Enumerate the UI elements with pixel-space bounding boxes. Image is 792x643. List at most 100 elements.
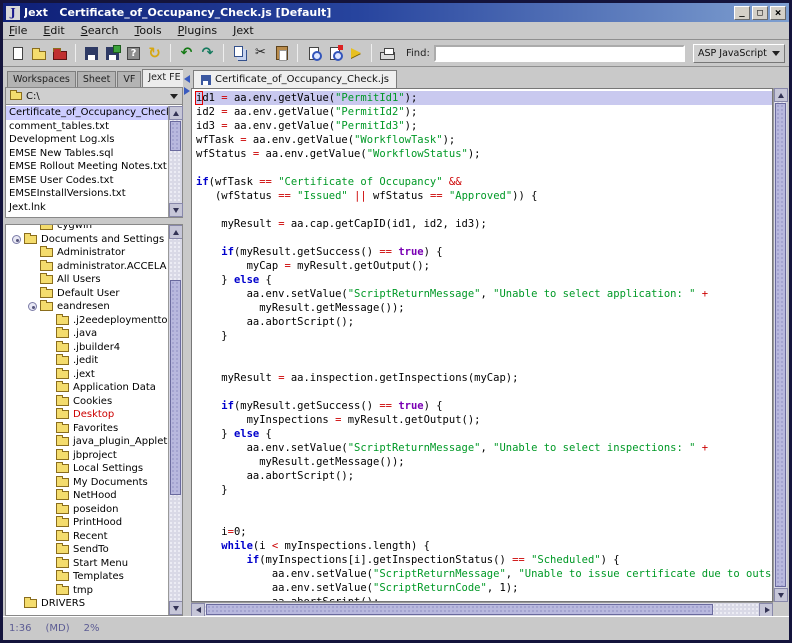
editor-horizontal-scrollbar[interactable] <box>191 602 773 616</box>
find-replace-icon[interactable] <box>324 43 345 64</box>
tree-item-all-users[interactable]: All Users <box>6 273 168 287</box>
minimize-button[interactable] <box>734 6 750 20</box>
tree-item-start-menu[interactable]: Start Menu <box>6 557 168 571</box>
tree-item-drivers[interactable]: DRIVERS <box>6 597 168 611</box>
tree-item-desktop[interactable]: Desktop <box>6 408 168 422</box>
dock-tab-workspaces[interactable]: Workspaces <box>7 71 76 87</box>
title-bar[interactable]: J Jext Certificate_of_Occupancy_Check.js… <box>3 3 789 22</box>
scroll-down-icon[interactable] <box>774 588 788 602</box>
tree-item-label: Desktop <box>73 409 114 420</box>
menu-edit[interactable]: Edit <box>43 24 64 37</box>
scroll-left-icon[interactable] <box>191 603 205 617</box>
open-file-icon[interactable] <box>28 43 49 64</box>
collapse-left-icon[interactable] <box>184 75 190 83</box>
print-icon[interactable] <box>377 43 398 64</box>
tree-item-label: Recent <box>73 531 108 542</box>
tree-item-java[interactable]: .java <box>6 327 168 341</box>
tree-item-documents-and-settings[interactable]: Documents and Settings <box>6 233 168 247</box>
scrollbar-thumb[interactable] <box>170 280 181 495</box>
tree-item-j2eedeploymenttool[interactable]: .j2eedeploymenttool <box>6 314 168 328</box>
scroll-up-icon[interactable] <box>169 106 183 120</box>
save-as-icon[interactable] <box>123 43 144 64</box>
dock-tab-sheet[interactable]: Sheet <box>77 71 116 87</box>
tree-expand-handle-icon[interactable] <box>12 235 21 244</box>
dock-tab-jext-fe[interactable]: Jext FE <box>142 69 186 87</box>
find-input[interactable] <box>434 45 685 62</box>
close-file-icon[interactable] <box>49 43 70 64</box>
tree-item-label: .java <box>73 328 97 339</box>
tree-item-eandresen[interactable]: eandresen <box>6 300 168 314</box>
file-list-item[interactable]: EMSE User Codes.txt <box>6 174 168 188</box>
tree-item-jext[interactable]: .jext <box>6 368 168 382</box>
tree-item-nethood[interactable]: NetHood <box>6 489 168 503</box>
scroll-up-icon[interactable] <box>774 88 788 102</box>
tree-item-poseidon[interactable]: poseidon <box>6 503 168 517</box>
tree-scrollbar[interactable] <box>168 225 182 615</box>
scrollbar-thumb[interactable] <box>206 604 713 615</box>
reload-icon[interactable] <box>144 43 165 64</box>
scroll-down-icon[interactable] <box>169 203 183 217</box>
collapse-right-icon[interactable] <box>184 87 190 95</box>
tree-item-cookies[interactable]: Cookies <box>6 395 168 409</box>
tree-item-recent[interactable]: Recent <box>6 530 168 544</box>
tree-item-jedit[interactable]: .jedit <box>6 354 168 368</box>
tree-item-my-documents[interactable]: My Documents <box>6 476 168 490</box>
tree-item-administrator-accela[interactable]: administrator.ACCELA <box>6 260 168 274</box>
menu-tools[interactable]: Tools <box>135 24 162 37</box>
scrollbar-thumb[interactable] <box>170 121 181 151</box>
tree-item-application-data[interactable]: Application Data <box>6 381 168 395</box>
paste-icon[interactable] <box>271 43 292 64</box>
maximize-button[interactable] <box>752 6 768 20</box>
file-list-scrollbar[interactable] <box>168 106 182 217</box>
editor-tab[interactable]: Certificate_of_Occupancy_Check.js <box>193 70 397 88</box>
tree-expand-handle-icon[interactable] <box>28 302 37 311</box>
tree-item-default-user[interactable]: Default User <box>6 287 168 301</box>
save-all-icon[interactable] <box>102 43 123 64</box>
dock-tab-vf[interactable]: VF <box>117 71 141 87</box>
file-list-item[interactable]: comment_tables.txt <box>6 120 168 134</box>
file-list-item[interactable]: EMSE Rollout Meeting Notes.txt <box>6 160 168 174</box>
main-splitter[interactable] <box>183 67 191 616</box>
file-list-item[interactable]: Jext.lnk <box>6 201 168 215</box>
tree-item-printhood[interactable]: PrintHood <box>6 516 168 530</box>
scrollbar-thumb[interactable] <box>775 103 786 587</box>
tree-item-cygwin[interactable]: cygwin <box>6 225 168 233</box>
editor-vertical-scrollbar[interactable] <box>773 88 787 602</box>
tree-item-label: Documents and Settings <box>41 234 164 245</box>
syntax-mode-select[interactable]: ASP JavaScript <box>693 44 785 63</box>
new-file-icon[interactable] <box>7 43 28 64</box>
tree-item-java-plugin-appletstore[interactable]: java_plugin_AppletStore <box>6 435 168 449</box>
menu-search[interactable]: Search <box>81 24 119 37</box>
tree-item-sendto[interactable]: SendTo <box>6 543 168 557</box>
cut-icon[interactable] <box>250 43 271 64</box>
caret-position: 1:36 <box>9 623 31 634</box>
save-icon[interactable] <box>81 43 102 64</box>
scroll-up-icon[interactable] <box>169 225 183 239</box>
menu-jext[interactable]: Jext <box>233 24 254 37</box>
tree-item-favorites[interactable]: Favorites <box>6 422 168 436</box>
find-next-icon[interactable] <box>345 43 366 64</box>
tree-item-jbuilder4[interactable]: .jbuilder4 <box>6 341 168 355</box>
tree-item-local-settings[interactable]: Local Settings <box>6 462 168 476</box>
tree-item-tmp[interactable]: tmp <box>6 584 168 598</box>
path-combo[interactable]: C:\ <box>6 88 182 105</box>
undo-icon[interactable] <box>176 43 197 64</box>
tree-item-administrator[interactable]: Administrator <box>6 246 168 260</box>
tree-item-jbproject[interactable]: jbproject <box>6 449 168 463</box>
redo-icon[interactable] <box>197 43 218 64</box>
code-line: } <box>196 329 772 343</box>
tree-item-templates[interactable]: Templates <box>6 570 168 584</box>
main-area: WorkspacesSheetVFJext FE C:\ Certificate… <box>3 67 789 616</box>
close-button[interactable] <box>770 6 786 20</box>
scroll-right-icon[interactable] <box>759 603 773 617</box>
menu-plugins[interactable]: Plugins <box>178 24 217 37</box>
file-list-item[interactable]: Certificate_of_Occupancy_Check.js <box>6 106 168 120</box>
file-list-item[interactable]: Development Log.xls <box>6 133 168 147</box>
find-icon[interactable] <box>303 43 324 64</box>
menu-file[interactable]: File <box>9 24 27 37</box>
code-editor[interactable]: id1 = aa.env.getValue("PermitId1");id2 =… <box>191 88 773 602</box>
copy-icon[interactable] <box>229 43 250 64</box>
scroll-down-icon[interactable] <box>169 601 183 615</box>
file-list-item[interactable]: EMSEInstallVersions.txt <box>6 187 168 201</box>
file-list-item[interactable]: EMSE New Tables.sql <box>6 147 168 161</box>
